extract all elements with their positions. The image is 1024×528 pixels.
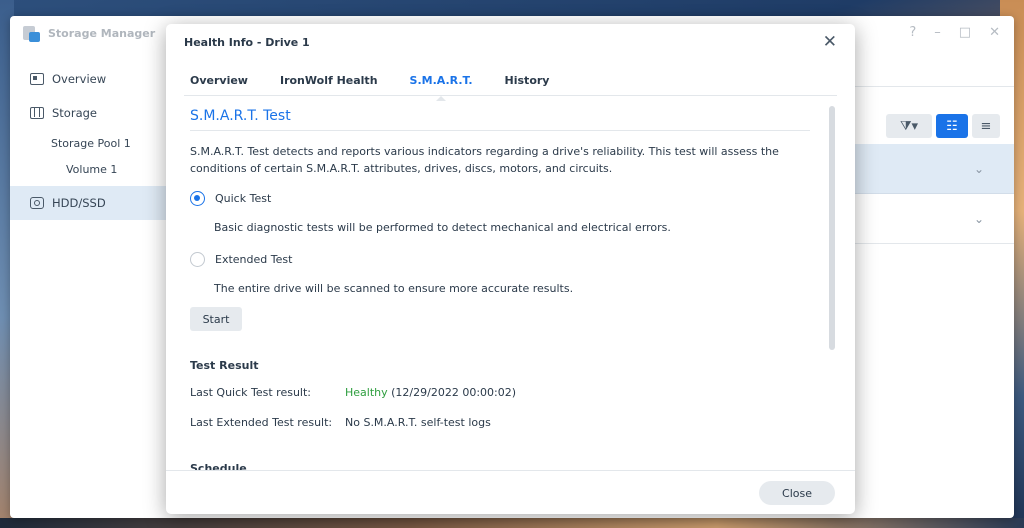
quick-test-radio[interactable] xyxy=(190,190,205,206)
close-icon[interactable]: ✕ xyxy=(823,33,837,51)
extended-test-result-row: Last Extended Test result: No S.M.A.R.T.… xyxy=(190,416,810,432)
window-title: Storage Manager xyxy=(48,26,156,40)
extended-test-radio[interactable] xyxy=(190,251,205,267)
sidebar-item-hdd-ssd[interactable]: HDD/SSD xyxy=(10,186,170,220)
storage-icon xyxy=(30,107,44,119)
help-icon[interactable]: ? xyxy=(909,25,916,40)
quick-result-time: (12/29/2022 00:00:02) xyxy=(391,386,517,399)
tab-overview[interactable]: Overview xyxy=(184,68,254,95)
smart-content: S.M.A.R.T. Test S.M.A.R.T. Test detects … xyxy=(190,108,810,470)
quick-test-description: Basic diagnostic tests will be performed… xyxy=(214,221,671,234)
extended-test-option[interactable]: Extended Test xyxy=(190,250,810,268)
quick-test-label: Quick Test xyxy=(215,191,272,205)
sidebar-item-label: HDD/SSD xyxy=(52,196,106,210)
list-view-icon: ≡ xyxy=(980,118,992,134)
grid-view-icon: ☷ xyxy=(946,118,958,134)
smart-test-heading: S.M.A.R.T. Test xyxy=(190,108,810,131)
quick-test-option[interactable]: Quick Test xyxy=(190,189,810,207)
sidebar-item-storage-pool[interactable]: Storage Pool 1 xyxy=(10,130,170,156)
extended-result-value: No S.M.A.R.T. self-test logs xyxy=(345,416,491,429)
list-view-button[interactable]: ≡ xyxy=(972,114,1000,138)
schedule-heading: Schedule xyxy=(190,462,247,470)
sidebar: Overview Storage Storage Pool 1 Volume 1… xyxy=(10,62,170,220)
storage-manager-app-icon xyxy=(22,24,40,42)
filter-button[interactable]: ⧩▾ xyxy=(886,114,932,138)
start-button[interactable]: Start xyxy=(190,307,242,331)
test-result-heading: Test Result xyxy=(190,359,259,372)
quick-result-label: Last Quick Test result: xyxy=(190,386,311,399)
smart-test-description: S.M.A.R.T. Test detects and reports vari… xyxy=(190,145,779,175)
minimize-icon[interactable]: – xyxy=(934,25,941,40)
tab-history[interactable]: History xyxy=(499,68,556,95)
dialog-header: Health Info - Drive 1 ✕ xyxy=(166,24,855,60)
grid-view-button[interactable]: ☷ xyxy=(936,114,968,138)
sidebar-item-storage[interactable]: Storage xyxy=(10,96,170,130)
sidebar-item-overview[interactable]: Overview xyxy=(10,62,170,96)
tab-smart[interactable]: S.M.A.R.T. xyxy=(404,68,479,101)
status-badge: Healthy xyxy=(345,386,388,399)
dialog-footer: Close xyxy=(166,470,855,514)
tab-ironwolf-health[interactable]: IronWolf Health xyxy=(274,68,384,95)
chevron-down-icon[interactable]: ⌄ xyxy=(974,162,984,176)
sidebar-item-volume[interactable]: Volume 1 xyxy=(10,156,170,182)
tab-bar: Overview IronWolf Health S.M.A.R.T. Hist… xyxy=(184,68,837,101)
desktop-wallpaper-bottom xyxy=(0,518,1024,528)
sidebar-item-label: Volume 1 xyxy=(66,162,118,176)
health-info-dialog: Health Info - Drive 1 ✕ Overview IronWol… xyxy=(166,24,855,514)
extended-test-label: Extended Test xyxy=(215,252,293,266)
quick-test-result-row: Last Quick Test result: Healthy (12/29/2… xyxy=(190,386,810,402)
extended-test-description: The entire drive will be scanned to ensu… xyxy=(214,282,574,295)
hdd-icon xyxy=(30,197,44,209)
filter-icon: ⧩▾ xyxy=(899,118,919,134)
overview-icon xyxy=(30,73,44,85)
extended-result-label: Last Extended Test result: xyxy=(190,416,333,429)
sidebar-item-label: Storage xyxy=(52,106,97,120)
sidebar-item-label: Storage Pool 1 xyxy=(51,136,131,150)
sidebar-item-label: Overview xyxy=(52,72,107,86)
chevron-down-icon[interactable]: ⌄ xyxy=(974,212,984,226)
close-button[interactable]: Close xyxy=(759,481,835,505)
window-controls: ? – □ ✕ xyxy=(909,25,1000,40)
scrollbar[interactable] xyxy=(829,106,835,350)
close-window-icon[interactable]: ✕ xyxy=(989,25,1000,40)
quick-result-value: Healthy (12/29/2022 00:00:02) xyxy=(345,386,516,402)
dialog-title: Health Info - Drive 1 xyxy=(184,35,310,49)
maximize-icon[interactable]: □ xyxy=(959,25,971,40)
